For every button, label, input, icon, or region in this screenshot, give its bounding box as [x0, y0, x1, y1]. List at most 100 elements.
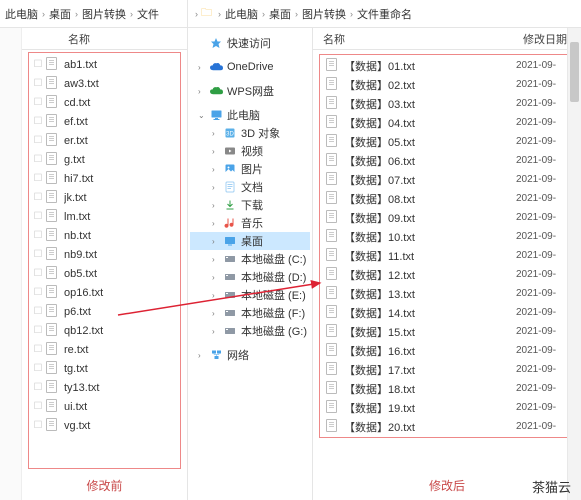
nav-item[interactable]: ›文档: [190, 178, 310, 196]
checkbox[interactable]: ☐: [30, 59, 46, 70]
expand-icon[interactable]: ›: [212, 255, 222, 264]
expand-icon[interactable]: ›: [212, 309, 222, 318]
checkbox[interactable]: ☐: [30, 306, 46, 317]
expand-icon[interactable]: ›: [212, 183, 222, 192]
file-row[interactable]: ☐nb9.txt: [30, 245, 179, 264]
file-row[interactable]: 【数据】03.txt2021-09-: [320, 94, 574, 113]
checkbox[interactable]: ☐: [30, 382, 46, 393]
checkbox[interactable]: ☐: [30, 116, 46, 127]
checkbox[interactable]: ☐: [30, 173, 46, 184]
file-row[interactable]: ☐hi7.txt: [30, 169, 179, 188]
nav-item[interactable]: ›图片: [190, 160, 310, 178]
checkbox[interactable]: ☐: [30, 287, 46, 298]
file-row[interactable]: ☐jk.txt: [30, 188, 179, 207]
breadcrumb-left[interactable]: 此电脑› 桌面› 图片转换› 文件: [0, 0, 187, 28]
bc-seg[interactable]: 桌面: [269, 6, 291, 22]
bc-seg[interactable]: 此电脑: [5, 6, 38, 22]
file-row[interactable]: ☐nb.txt: [30, 226, 179, 245]
nav-tree[interactable]: 快速访问 ›OneDrive ›WPS网盘 ⌄此电脑 ›3D3D 对象›视频›图…: [188, 28, 313, 500]
expand-icon[interactable]: ›: [212, 291, 222, 300]
checkbox[interactable]: ☐: [30, 192, 46, 203]
collapse-icon[interactable]: ⌄: [198, 111, 208, 120]
nav-item[interactable]: ›本地磁盘 (F:): [190, 304, 310, 322]
file-row[interactable]: ☐ui.txt: [30, 397, 179, 416]
checkbox[interactable]: ☐: [30, 154, 46, 165]
column-header[interactable]: 名称: [22, 28, 187, 50]
file-row[interactable]: 【数据】08.txt2021-09-: [320, 189, 574, 208]
nav-network[interactable]: ›网络: [190, 346, 310, 364]
file-row[interactable]: 【数据】15.txt2021-09-: [320, 322, 574, 341]
file-list-right[interactable]: 【数据】01.txt2021-09-【数据】02.txt2021-09-【数据】…: [313, 50, 581, 471]
expand-icon[interactable]: ›: [212, 201, 222, 210]
expand-icon[interactable]: ›: [212, 147, 222, 156]
expand-icon[interactable]: ›: [212, 237, 222, 246]
file-row[interactable]: ☐lm.txt: [30, 207, 179, 226]
bc-seg[interactable]: 文件重命名: [357, 6, 412, 22]
file-row[interactable]: 【数据】17.txt2021-09-: [320, 360, 574, 379]
file-row[interactable]: ☐aw3.txt: [30, 74, 179, 93]
expand-icon[interactable]: ›: [212, 165, 222, 174]
nav-item[interactable]: ›本地磁盘 (D:): [190, 268, 310, 286]
expand-icon[interactable]: ›: [212, 219, 222, 228]
checkbox[interactable]: ☐: [30, 268, 46, 279]
bc-seg[interactable]: 图片转换: [82, 6, 126, 22]
checkbox[interactable]: ☐: [30, 97, 46, 108]
file-row[interactable]: ☐vg.txt: [30, 416, 179, 435]
checkbox[interactable]: ☐: [30, 230, 46, 241]
file-row[interactable]: 【数据】12.txt2021-09-: [320, 265, 574, 284]
file-row[interactable]: 【数据】13.txt2021-09-: [320, 284, 574, 303]
file-list-left[interactable]: ☐ab1.txt☐aw3.txt☐cd.txt☐ef.txt☐er.txt☐g.…: [28, 52, 181, 469]
bc-seg[interactable]: 桌面: [49, 6, 71, 22]
bc-seg[interactable]: 文件: [137, 6, 159, 22]
file-row[interactable]: ☐cd.txt: [30, 93, 179, 112]
file-row[interactable]: ☐tg.txt: [30, 359, 179, 378]
file-row[interactable]: ☐qb12.txt: [30, 321, 179, 340]
file-row[interactable]: 【数据】11.txt2021-09-: [320, 246, 574, 265]
file-row[interactable]: ☐re.txt: [30, 340, 179, 359]
file-row[interactable]: 【数据】02.txt2021-09-: [320, 75, 574, 94]
file-row[interactable]: 【数据】04.txt2021-09-: [320, 113, 574, 132]
nav-onedrive[interactable]: ›OneDrive: [190, 58, 310, 76]
file-row[interactable]: 【数据】07.txt2021-09-: [320, 170, 574, 189]
checkbox[interactable]: ☐: [30, 325, 46, 336]
checkbox[interactable]: ☐: [30, 78, 46, 89]
scrollbar[interactable]: [567, 28, 581, 500]
file-row[interactable]: 【数据】16.txt2021-09-: [320, 341, 574, 360]
nav-wps[interactable]: ›WPS网盘: [190, 82, 310, 100]
bc-seg[interactable]: 图片转换: [302, 6, 346, 22]
file-row[interactable]: ☐er.txt: [30, 131, 179, 150]
file-row[interactable]: 【数据】05.txt2021-09-: [320, 132, 574, 151]
nav-item[interactable]: ›音乐: [190, 214, 310, 232]
file-row[interactable]: 【数据】18.txt2021-09-: [320, 379, 574, 398]
nav-item[interactable]: ›本地磁盘 (G:): [190, 322, 310, 340]
col-name[interactable]: 名称: [319, 31, 523, 47]
nav-item[interactable]: ›3D3D 对象: [190, 124, 310, 142]
expand-icon[interactable]: ›: [212, 273, 222, 282]
file-row[interactable]: 【数据】20.txt2021-09-: [320, 417, 574, 436]
nav-quick-access[interactable]: 快速访问: [190, 34, 310, 52]
checkbox[interactable]: ☐: [30, 344, 46, 355]
file-row[interactable]: 【数据】14.txt2021-09-: [320, 303, 574, 322]
nav-item[interactable]: ›本地磁盘 (E:): [190, 286, 310, 304]
nav-this-pc[interactable]: ⌄此电脑: [190, 106, 310, 124]
expand-icon[interactable]: ›: [212, 129, 222, 138]
checkbox[interactable]: ☐: [30, 135, 46, 146]
checkbox[interactable]: ☐: [30, 401, 46, 412]
file-row[interactable]: ☐p6.txt: [30, 302, 179, 321]
file-row[interactable]: 【数据】10.txt2021-09-: [320, 227, 574, 246]
file-row[interactable]: 【数据】01.txt2021-09-: [320, 56, 574, 75]
column-header[interactable]: 名称 修改日期: [313, 28, 581, 50]
file-row[interactable]: 【数据】09.txt2021-09-: [320, 208, 574, 227]
file-row[interactable]: 【数据】06.txt2021-09-: [320, 151, 574, 170]
file-row[interactable]: 【数据】19.txt2021-09-: [320, 398, 574, 417]
nav-item[interactable]: ›本地磁盘 (C:): [190, 250, 310, 268]
file-row[interactable]: ☐ef.txt: [30, 112, 179, 131]
file-row[interactable]: ☐ty13.txt: [30, 378, 179, 397]
checkbox[interactable]: ☐: [30, 211, 46, 222]
checkbox[interactable]: ☐: [30, 249, 46, 260]
checkbox[interactable]: ☐: [30, 420, 46, 431]
file-row[interactable]: ☐g.txt: [30, 150, 179, 169]
nav-item[interactable]: ›视频: [190, 142, 310, 160]
nav-item[interactable]: ›下载: [190, 196, 310, 214]
bc-seg[interactable]: 此电脑: [225, 6, 258, 22]
